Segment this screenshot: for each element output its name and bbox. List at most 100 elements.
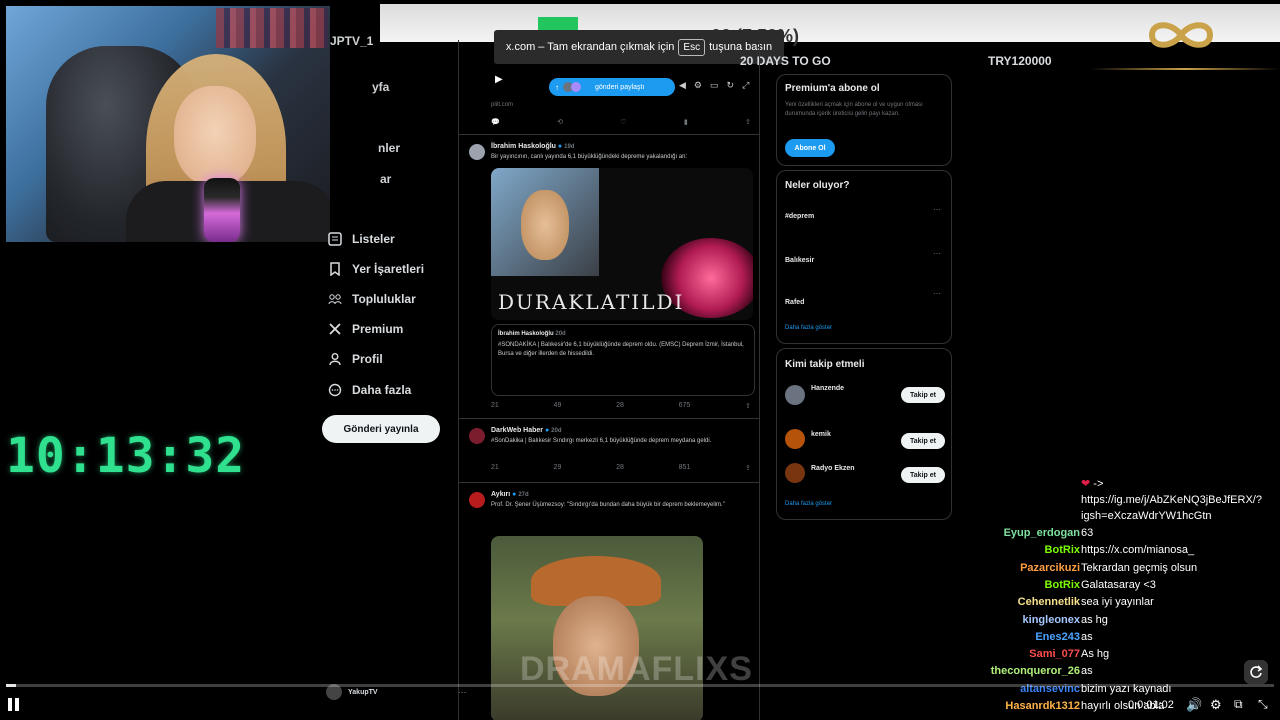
reply-icon[interactable]: 💬 [491,118,500,126]
share-icon[interactable]: ⇪ [745,402,751,410]
infinity-logo-icon [1142,14,1220,61]
views-icon[interactable]: ▮ [684,118,688,126]
more-dots-icon[interactable]: ⋯ [933,205,941,214]
repost-count[interactable]: 49 [554,402,562,410]
repost-icon[interactable]: ⟲ [557,118,563,126]
repost-count[interactable]: 29 [554,464,562,472]
arrow-up-icon: ↑ [555,82,559,92]
paused-label: DURAKLATILDI [498,290,685,314]
trend-item[interactable]: Balıkesir [785,257,814,264]
trends-card: Neler oluyor? #deprem Balıkesir Rafed ⋯ … [776,170,952,344]
share-chip[interactable]: ↑ gönderi paylaştı [549,78,675,96]
chat-username[interactable]: theconqueror_26 [991,663,1080,680]
feed-post[interactable]: ▶ ↑ gönderi paylaştı ◀ ⚙ ▭ ↻ ⤢ pliit.com… [459,40,759,135]
chat-username[interactable]: Pazarcikuzi [1020,560,1080,577]
wall-poster [216,8,328,48]
feed-post[interactable]: İbrahim Haskoloğlu ● 19d Bir yayıncının,… [459,136,759,419]
post-video[interactable] [491,536,703,720]
sidebar-item-label: Premium [352,322,404,336]
suggestion-name[interactable]: Radyo Ekzen [811,465,855,472]
post-text: Prof. Dr. Şener Üşümezsoy: "Sındırgı'da … [491,502,725,508]
view-count[interactable]: 675 [679,402,691,410]
quote-author: İbrahim Haskoloğlu 20d [498,331,566,337]
play-icon[interactable]: ▶ [495,74,503,85]
bookmark-icon [330,262,340,276]
sidebar-item-premium[interactable]: Premium [328,322,403,336]
microphone [204,178,240,242]
chat-username[interactable]: BotRix [1045,577,1080,594]
chat-text: sea iyi yayınlar [1081,596,1154,609]
captions-icon[interactable]: ▭ [710,80,719,91]
chat-text: As hg [1081,648,1110,661]
sidebar-item-bookmarks[interactable]: Yer İşaretleri [328,262,424,276]
subscribe-button[interactable]: Abone Ol [785,139,835,157]
reply-count[interactable]: 21 [491,464,499,472]
stream-clock: 10:13:32 [6,428,246,484]
stream-chat: ❤ -> https://ig.me/j/AbZKeNQ3jBeJfERX/? … [960,470,1276,714]
feed-post[interactable]: DarkWeb Haber ● 20d #SonDakika | Balıkes… [459,420,759,483]
who-to-follow-card: Kimi takip etmeli Hanzende Takip et kemi… [776,348,952,520]
post-text: #SonDakika | Balıkesir Sındırgı merkezli… [491,438,712,444]
like-count[interactable]: 28 [616,464,624,472]
volume-icon[interactable]: 🔊 [1186,697,1202,713]
more-dots-icon[interactable]: ⋯ [933,249,941,258]
heart-icon: ❤ [1081,478,1091,490]
timeline-feed: ▶ ↑ gönderi paylaştı ◀ ⚙ ▭ ↻ ⤢ pliit.com… [458,40,760,720]
sidebar-item-profile[interactable]: Profil [328,352,383,366]
chat-text: ❤ -> [1081,478,1104,490]
share-icon[interactable]: ⇪ [745,464,751,472]
sidebar-item-lists[interactable]: Listeler [328,232,395,246]
avatar [785,463,805,483]
post-actions: 💬 ⟲ ♡ ▮ ⇪ [491,118,751,126]
chat-link[interactable]: https://ig.me/j/AbZKeNQ3jBeJfERX/? [1081,492,1271,509]
trends-more-link[interactable]: Daha fazla göster [785,325,832,331]
settings-icon[interactable]: ⚙ [694,80,702,91]
avatar [469,428,485,444]
sidebar-item-communities[interactable]: Topluluklar [328,292,416,306]
view-count[interactable]: 851 [679,464,691,472]
trends-title: Neler oluyor? [785,180,850,191]
follow-button[interactable]: Takip et [901,387,945,403]
chat-text: https://x.com/mianosa_ [1081,544,1195,557]
settings-icon[interactable]: ⚙ [1210,697,1226,713]
reply-count[interactable]: 21 [491,402,499,410]
sidebar-item-label: Topluluklar [352,292,416,306]
chat-text: Tekrardan geçmiş olsun [1081,561,1198,574]
chat-link[interactable]: igsh=eXczaWdrYW1hcGtn [1081,508,1271,525]
chat-username[interactable]: Sami_077 [1029,646,1080,663]
premium-body: Yeni özellikleri açmak için abone ol ve … [785,102,923,117]
replay-icon[interactable]: ↻ [727,80,735,91]
chat-username[interactable]: Hasanrdk1312 [1005,698,1080,714]
chat-username[interactable]: Cehennetlik [1018,594,1080,611]
pause-button[interactable] [8,698,22,712]
post-button[interactable]: Gönderi yayınla [322,415,440,443]
suggestion-name[interactable]: Hanzende [811,385,844,392]
chat-username[interactable]: Eyup_erdogan [1004,525,1080,542]
avatar [469,492,485,508]
chat-username[interactable]: Enes243 [1035,629,1080,646]
chat-username[interactable]: kingleonex [1023,612,1080,629]
follow-button[interactable]: Takip et [901,433,945,449]
webcam-label: JPTV_1 [330,34,374,48]
trend-item[interactable]: Rafed [785,299,804,306]
share-icon[interactable]: ⇪ [745,118,751,126]
source-link[interactable]: pliit.com [491,102,513,108]
like-count[interactable]: 28 [616,402,624,410]
quoted-post[interactable]: İbrahim Haskoloğlu 20d #SONDAKİKA | Balı… [491,324,755,396]
suggestion-name[interactable]: kemik [811,431,831,438]
sidebar-item-more[interactable]: Daha fazla [328,383,411,397]
video-progress-track[interactable] [6,684,1274,687]
follow-more-link[interactable]: Daha fazla göster [785,501,832,507]
chat-username[interactable]: BotRix [1045,542,1080,559]
follow-button[interactable]: Takip et [901,467,945,483]
post-actions: 21 29 28 851 ⇪ [491,464,751,472]
expand-icon[interactable]: ⤢ [742,80,749,91]
exit-fullscreen-icon[interactable]: ⤡ [1258,697,1274,713]
refresh-icon[interactable] [1244,660,1268,684]
like-icon[interactable]: ♡ [620,118,626,126]
trend-item[interactable]: #deprem [785,213,814,220]
more-dots-icon[interactable]: ⋯ [933,289,941,298]
volume-icon[interactable]: ◀ [679,80,686,91]
miniplayer-icon[interactable]: ⧉ [1234,697,1250,713]
post-actions: 21 49 28 675 ⇪ [491,402,751,410]
